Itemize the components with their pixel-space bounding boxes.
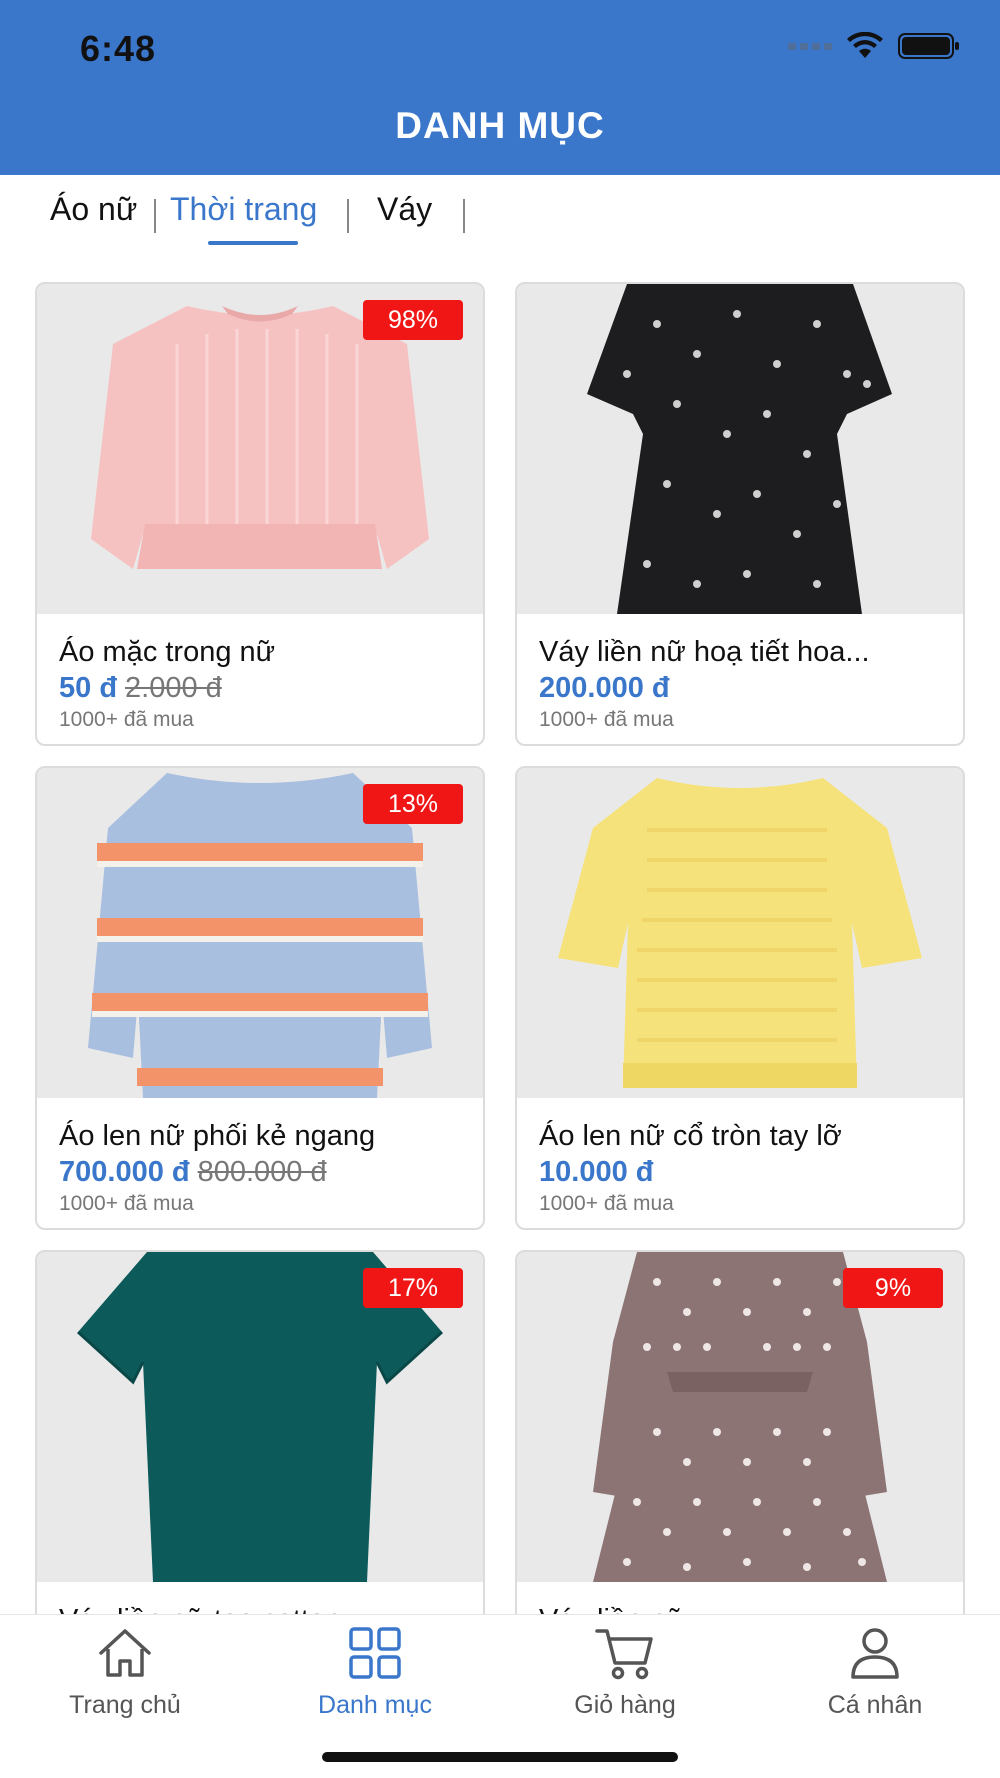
discount-badge: 17% (363, 1268, 463, 1308)
page-title: DANH MỤC (395, 105, 605, 146)
battery-icon (898, 32, 960, 60)
tab-divider (347, 199, 349, 233)
sold-count: 1000+ đã mua (539, 708, 674, 731)
sold-count: 1000+ đã mua (59, 708, 194, 731)
discount-badge: 98% (363, 300, 463, 340)
product-old-price: 2.000 đ (125, 672, 222, 704)
product-name: Áo mặc trong nữ (59, 636, 276, 668)
home-icon (99, 1629, 151, 1677)
signal-icon (788, 42, 832, 50)
product-image (517, 284, 963, 614)
product-image: 17% (37, 1252, 483, 1582)
nav-home[interactable]: Trang chủ (0, 1615, 250, 1735)
user-icon (851, 1628, 899, 1679)
price-row: 700.000 đ 800.000 đ (59, 1156, 327, 1189)
nav-label: Danh mục (318, 1691, 432, 1719)
nav-label: Trang chủ (69, 1691, 181, 1719)
product-name: Váy liền nữ hoạ tiết hoa... (539, 636, 870, 668)
tab-thoi-trang[interactable]: Thời trang (170, 191, 317, 228)
nav-label: Giỏ hàng (574, 1691, 676, 1719)
sold-count: 1000+ đã mua (539, 1192, 674, 1215)
category-tabs: Áo nữ Thời trang Váy (0, 175, 1000, 255)
discount-badge: 13% (363, 784, 463, 824)
app-header: 6:48 DANH MỤC (0, 0, 1000, 175)
discount-badge: 9% (843, 1268, 943, 1308)
tab-divider (463, 199, 465, 233)
product-price: 50 đ (59, 672, 118, 704)
cart-icon (595, 1629, 653, 1680)
product-card[interactable]: Váy liền nữ hoạ tiết hoa... 200.000 đ 10… (515, 282, 965, 746)
product-price: 700.000 đ (59, 1156, 190, 1188)
product-image: 9% (517, 1252, 963, 1582)
nav-label: Cá nhân (827, 1691, 923, 1719)
product-card[interactable]: 98% Áo mặc trong nữ 50 đ 2.000 đ 1000+ đã… (35, 282, 485, 746)
product-name: Váy liền nữ tee cotton u... (59, 1604, 469, 1614)
active-tab-indicator (208, 241, 298, 245)
grid-icon (349, 1627, 401, 1679)
product-grid: 98% Áo mặc trong nữ 50 đ 2.000 đ 1000+ đã… (35, 282, 965, 1614)
product-name: Áo len nữ phối kẻ ngang (59, 1120, 376, 1152)
tab-vay[interactable]: Váy (377, 191, 432, 228)
product-card[interactable]: 13% Áo len nữ phối kẻ ngang 700.000 đ 800… (35, 766, 485, 1230)
price-row: 50 đ 2.000 đ (59, 672, 222, 705)
sold-count: 1000+ đã mua (59, 1192, 194, 1215)
price-row: 200.000 đ (539, 672, 670, 705)
product-name: Áo len nữ cổ tròn tay lỡ (539, 1120, 842, 1152)
product-card[interactable]: Áo len nữ cổ tròn tay lỡ 10.000 đ 1000+ … (515, 766, 965, 1230)
product-image: 98% (37, 284, 483, 614)
status-icons (788, 32, 960, 60)
product-card[interactable]: 17% Váy liền nữ tee cotton u... (35, 1250, 485, 1614)
product-old-price: 800.000 đ (197, 1156, 327, 1188)
home-indicator (322, 1752, 678, 1762)
tab-divider (154, 199, 156, 233)
product-image: 13% (37, 768, 483, 1098)
product-card[interactable]: 9% Váy liền nữ... (515, 1250, 965, 1614)
tab-ao-nu[interactable]: Áo nữ (50, 191, 137, 228)
price-row: 10.000 đ (539, 1156, 653, 1189)
product-name: Váy liền nữ... (539, 1604, 949, 1614)
product-image (517, 768, 963, 1098)
nav-cart[interactable]: Giỏ hàng (500, 1615, 750, 1735)
status-time: 6:48 (80, 28, 157, 69)
nav-category[interactable]: Danh mục (250, 1615, 500, 1735)
product-price: 200.000 đ (539, 672, 670, 704)
product-price: 10.000 đ (539, 1156, 654, 1188)
wifi-icon (846, 32, 884, 60)
nav-profile[interactable]: Cá nhân (750, 1615, 1000, 1735)
